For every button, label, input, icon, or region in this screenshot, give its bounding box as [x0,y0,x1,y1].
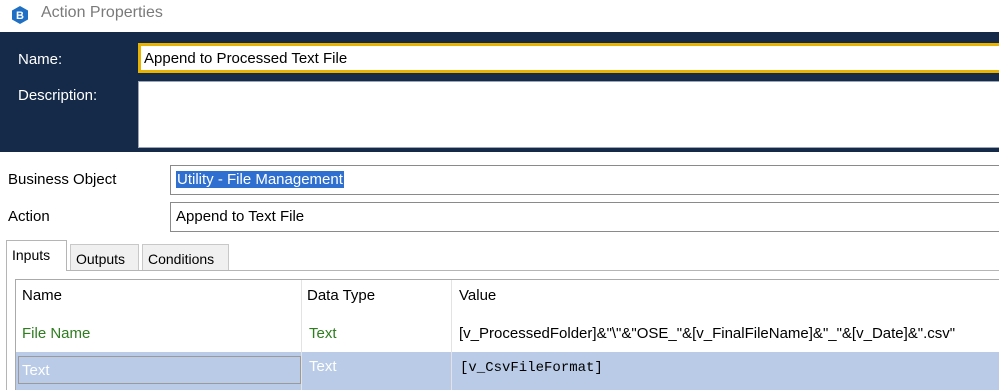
tab-inputs[interactable]: Inputs [6,240,67,271]
description-label: Description: [18,87,98,104]
row-value-cell[interactable]: [v_ProcessedFolder]&"\"&"OSE_"&[v_FinalF… [459,325,955,342]
business-object-field[interactable]: Utility - File Management [170,165,999,195]
row-data-type-cell: Text [309,325,337,342]
inputs-panel: Name Data Type Value File Name Text [v_P… [6,270,999,390]
title-bar: B Action Properties [0,0,999,32]
name-label: Name: [18,51,63,68]
window-title: Action Properties [41,4,163,21]
properties-header: Name: Description: [0,32,999,152]
column-header-data-type[interactable]: Data Type [307,287,375,304]
tab-outputs[interactable]: Outputs [70,244,139,270]
row-value-cell[interactable]: [v_CsvFileFormat] [460,360,603,376]
svg-text:B: B [16,10,24,22]
action-field[interactable]: Append to Text File [170,202,999,232]
name-input[interactable] [138,43,999,73]
business-object-value: Utility - File Management [176,171,344,188]
tab-conditions[interactable]: Conditions [142,244,229,270]
action-label: Action [8,208,50,225]
blueprism-logo-icon: B [12,6,28,24]
description-input[interactable] [138,81,999,148]
business-object-label: Business Object [8,171,117,188]
column-divider [451,280,452,390]
inputs-grid: Name Data Type Value File Name Text [v_P… [15,279,999,390]
row-name-edit-box[interactable]: Text [18,356,301,384]
column-divider [301,280,302,390]
row-name-cell: Text [22,362,50,379]
action-value: Append to Text File [176,208,305,225]
row-data-type-cell: Text [309,358,337,375]
row-name-cell: File Name [22,325,91,342]
column-header-name[interactable]: Name [22,287,62,304]
column-header-value[interactable]: Value [459,287,496,304]
